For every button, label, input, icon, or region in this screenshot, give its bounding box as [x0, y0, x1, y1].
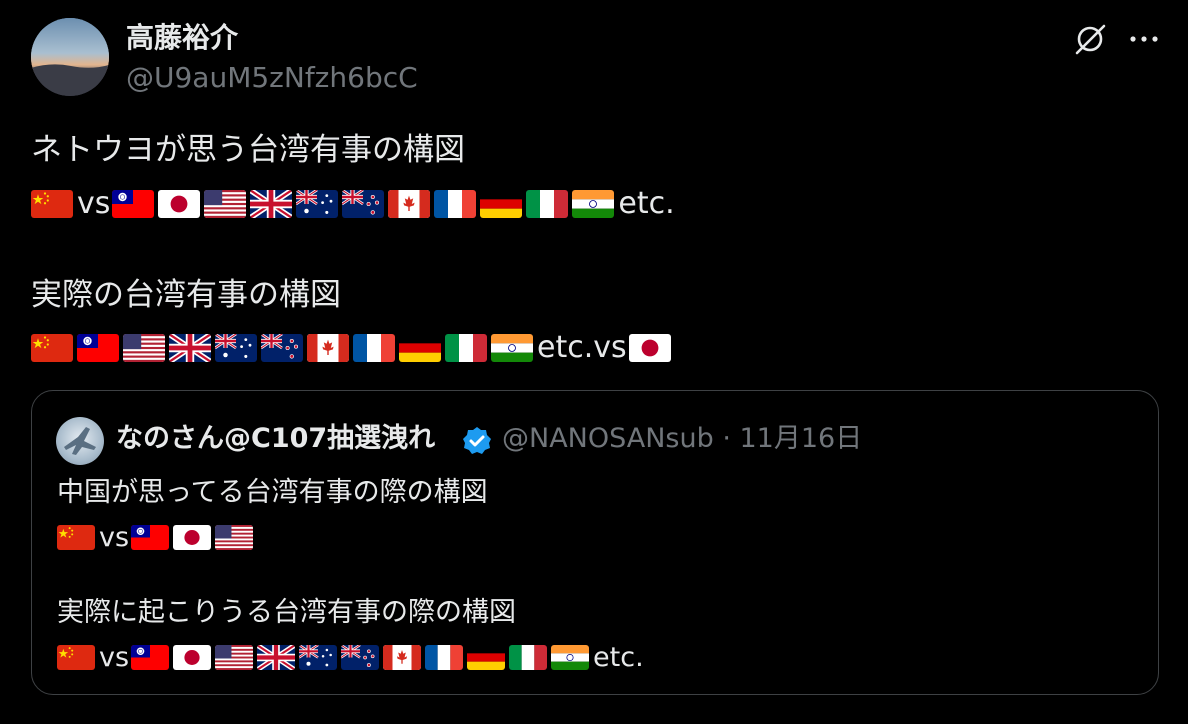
inline-text: etc.	[618, 186, 675, 221]
flag-canada-icon	[383, 645, 422, 670]
flag-canada-icon	[307, 333, 349, 362]
flag-india-icon	[572, 189, 615, 218]
flag-taiwan-icon	[77, 333, 119, 362]
avatar[interactable]	[31, 18, 109, 96]
inline-text: vs	[77, 186, 111, 221]
flag-india-icon	[551, 645, 590, 670]
flag-italy-icon	[445, 333, 487, 362]
flag-china-icon	[31, 189, 73, 218]
quoted-tweet-card[interactable]: なのさん@C107抽選洩れ @NANOSANsub · 11月16日 中国が思っ…	[31, 390, 1159, 695]
flag-australia-icon	[296, 189, 339, 218]
flag-uk-icon	[250, 189, 293, 218]
flag-italy-icon	[509, 645, 548, 670]
flag-usa-icon	[204, 189, 247, 218]
flag-france-icon	[425, 645, 464, 670]
flag-usa-icon	[215, 525, 254, 550]
inline-text: etc.vs	[537, 330, 627, 365]
flag-taiwan-icon	[112, 189, 155, 218]
quoted-text-line-2: 実際に起こりうる台湾有事の際の構図	[57, 597, 516, 628]
quoted-flag-row-2: vs etc.	[57, 642, 646, 673]
flag-france-icon	[434, 189, 477, 218]
avatar-image	[31, 18, 109, 96]
flag-canada-icon	[388, 189, 431, 218]
flag-japan-icon	[173, 525, 212, 550]
flag-taiwan-icon	[131, 525, 170, 550]
flag-china-icon	[57, 645, 95, 670]
flag-japan-icon	[158, 189, 201, 218]
inline-text: vs	[99, 642, 130, 673]
flag-china-icon	[57, 525, 95, 550]
flag-new-zealand-icon	[341, 645, 380, 670]
quoted-display-name[interactable]: なのさん@C107抽選洩れ	[116, 421, 435, 457]
flag-usa-icon	[123, 333, 165, 362]
post-flag-row-1: vs etc.	[31, 186, 677, 221]
flag-new-zealand-icon	[342, 189, 385, 218]
quoted-avatar[interactable]	[56, 417, 104, 465]
inline-text: etc.	[593, 642, 644, 673]
flag-germany-icon	[467, 645, 506, 670]
flag-france-icon	[353, 333, 395, 362]
flag-australia-icon	[215, 333, 257, 362]
grok-icon[interactable]	[1073, 22, 1107, 56]
post-text-line-1: ネトウヨが思う台湾有事の構図	[31, 132, 465, 168]
post-text-line-2: 実際の台湾有事の構図	[31, 277, 341, 313]
flag-uk-icon	[257, 645, 296, 670]
quoted-flag-row-1: vs	[57, 522, 257, 553]
flag-australia-icon	[299, 645, 338, 670]
verified-badge-icon	[462, 426, 492, 456]
quoted-text-line-1: 中国が思ってる台湾有事の際の構図	[57, 477, 488, 508]
author-handle[interactable]: @U9auM5zNfzh6bcC	[126, 60, 418, 96]
flag-germany-icon	[399, 333, 441, 362]
more-icon[interactable]	[1126, 22, 1162, 56]
flag-italy-icon	[526, 189, 569, 218]
flag-india-icon	[491, 333, 533, 362]
quoted-handle-date[interactable]: @NANOSANsub · 11月16日	[502, 421, 862, 457]
flag-new-zealand-icon	[261, 333, 303, 362]
flag-germany-icon	[480, 189, 523, 218]
flag-japan-icon	[628, 333, 671, 362]
flag-usa-icon	[215, 645, 254, 670]
flag-china-icon	[31, 333, 73, 362]
inline-text: vs	[99, 522, 130, 553]
flag-japan-icon	[173, 645, 212, 670]
post-flag-row-2: etc.vs	[31, 330, 675, 365]
author-display-name[interactable]: 高藤裕介	[126, 20, 238, 56]
flag-taiwan-icon	[131, 645, 170, 670]
flag-uk-icon	[169, 333, 211, 362]
